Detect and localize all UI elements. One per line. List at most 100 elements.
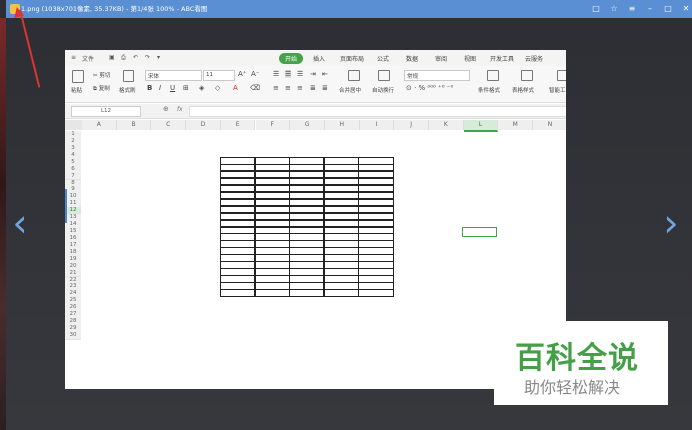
select-all-corner[interactable] <box>65 120 82 130</box>
cut-button[interactable]: ✂ 剪切 <box>93 71 110 79</box>
column-header[interactable]: N <box>533 120 566 130</box>
menu-icon[interactable]: ≡ <box>625 3 639 15</box>
underline-icon[interactable]: U <box>170 84 175 92</box>
table-cell[interactable] <box>323 289 359 297</box>
column-header[interactable]: G <box>290 120 325 130</box>
cut-label: 剪切 <box>99 73 111 79</box>
undo-icon[interactable]: ↶ <box>133 54 138 61</box>
column-header[interactable]: J <box>394 120 429 130</box>
column-header[interactable]: D <box>186 120 221 130</box>
border-icon[interactable]: ⊞ <box>183 84 189 92</box>
save-icon[interactable]: ▣ <box>109 54 115 61</box>
tab-page-layout[interactable]: 页面布局 <box>340 54 364 63</box>
column-header[interactable]: C <box>151 120 187 130</box>
column-header[interactable]: M <box>498 120 534 130</box>
font-color-icon[interactable]: A <box>233 84 238 92</box>
file-menu[interactable]: 文件 <box>82 54 94 63</box>
shrink-font-icon[interactable]: A⁻ <box>251 70 259 78</box>
tab-data[interactable]: 数据 <box>406 54 418 63</box>
conditional-format-label[interactable]: 条件格式 <box>478 86 500 94</box>
column-header[interactable]: A <box>82 120 117 130</box>
print-icon[interactable]: ⎙ <box>121 54 126 62</box>
favorite-icon[interactable]: ☆ <box>607 3 621 15</box>
paste-label[interactable]: 粘贴 <box>71 86 82 94</box>
justify-icon[interactable]: ≣ <box>310 84 316 92</box>
clear-icon[interactable]: ⌫ <box>250 84 260 92</box>
paste-icon[interactable] <box>72 70 84 83</box>
watermark-subtitle: 助你轻松解决 <box>524 378 621 397</box>
tab-review[interactable]: 审阅 <box>435 54 447 63</box>
column-header[interactable]: K <box>429 120 464 130</box>
align-middle-icon[interactable]: ☰ <box>285 70 292 78</box>
number-format-select[interactable]: 常规 <box>404 70 470 81</box>
name-box[interactable]: L12 <box>71 106 141 117</box>
desktop-edge <box>0 18 6 430</box>
table-style-label[interactable]: 表格样式 <box>512 86 534 94</box>
bold-icon[interactable]: B <box>147 84 152 92</box>
table-cell[interactable] <box>220 289 256 297</box>
quick-access-bar: ≡ 文件 ▣ ⎙ ↶ ↷ ▾ 开始 插入 页面布局 公式 数据 审阅 视图 开发… <box>65 50 566 66</box>
font-size-value: 11 <box>206 72 213 78</box>
number-format-value: 常规 <box>407 74 419 80</box>
maximize-button[interactable]: □ <box>661 3 675 15</box>
format-painter-label[interactable]: 格式刷 <box>119 86 136 94</box>
format-painter-icon[interactable] <box>123 70 134 82</box>
tab-developer[interactable]: 开发工具 <box>490 54 514 63</box>
italic-icon[interactable]: I <box>159 84 161 92</box>
tab-insert[interactable]: 插入 <box>313 54 325 63</box>
table-cell[interactable] <box>358 289 394 297</box>
column-header[interactable]: H <box>324 120 360 130</box>
row-header[interactable]: 30 <box>65 331 81 340</box>
bordered-table <box>220 157 394 297</box>
window-title: 1.png (1038x701像素, 35.37KB) - 第1/4张 100%… <box>21 5 208 13</box>
tab-home[interactable]: 开始 <box>279 53 304 64</box>
formula-input[interactable] <box>189 106 566 117</box>
align-bottom-icon[interactable]: ☰ <box>297 70 303 78</box>
font-name-value: 宋体 <box>148 74 160 80</box>
font-size-select[interactable]: 11 <box>203 70 235 81</box>
zoom-icon[interactable]: ⊕ <box>163 105 169 113</box>
table-cell[interactable] <box>254 289 290 297</box>
tab-view[interactable]: 视图 <box>464 54 476 63</box>
indent-icon[interactable]: ⇥ <box>310 70 316 78</box>
minimize-button[interactable]: – <box>643 3 657 15</box>
copy-button[interactable]: ⧉ 复制 <box>93 84 110 93</box>
next-image-button[interactable]: › <box>659 204 683 245</box>
column-header[interactable]: F <box>255 120 291 130</box>
menu-icon[interactable]: ≡ <box>71 54 76 61</box>
distribute-icon[interactable]: ≣ <box>322 84 328 92</box>
currency-icon[interactable]: ⊙ · % ⁰⁰⁰ ⁺⁰ ⁻⁰ <box>406 84 453 92</box>
fullscreen-icon[interactable]: □ <box>589 3 603 15</box>
auto-wrap-label[interactable]: 自动换行 <box>372 86 394 94</box>
selected-cell[interactable] <box>462 227 497 237</box>
tab-formulas[interactable]: 公式 <box>377 54 389 63</box>
tab-cloud[interactable]: 云服务 <box>525 54 543 63</box>
column-header[interactable]: E <box>220 120 256 130</box>
previous-image-button[interactable]: ‹ <box>8 204 32 245</box>
grow-font-icon[interactable]: A⁺ <box>238 70 246 78</box>
close-button[interactable]: ✕ <box>679 3 692 15</box>
merge-center-icon[interactable] <box>348 70 360 81</box>
redo-icon[interactable]: ↷ <box>145 54 150 61</box>
fill-color-icon[interactable]: ◈ <box>199 84 204 92</box>
column-header[interactable]: I <box>359 120 395 130</box>
align-right-icon[interactable]: ≡ <box>297 84 303 92</box>
cell-style-icon[interactable]: ◇ <box>215 84 220 92</box>
align-top-icon[interactable]: ☰ <box>273 70 279 78</box>
column-header[interactable]: L <box>463 120 499 132</box>
align-center-icon[interactable]: ≡ <box>285 84 291 92</box>
table-style-icon[interactable] <box>521 70 533 81</box>
conditional-format-icon[interactable] <box>487 70 499 81</box>
align-left-icon[interactable]: ≡ <box>273 84 279 92</box>
table-cell[interactable] <box>289 289 325 297</box>
smart-tool-label[interactable]: 智能工 <box>549 86 566 94</box>
auto-wrap-icon[interactable] <box>378 70 390 81</box>
more-icon[interactable]: ▾ <box>157 54 160 61</box>
spreadsheet-image: ≡ 文件 ▣ ⎙ ↶ ↷ ▾ 开始 插入 页面布局 公式 数据 审阅 视图 开发… <box>65 50 566 389</box>
outdent-icon[interactable]: ⇤ <box>322 70 328 78</box>
font-name-select[interactable]: 宋体 <box>145 70 202 81</box>
viewer-titlebar: 1.png (1038x701像素, 35.37KB) - 第1/4张 100%… <box>6 0 692 18</box>
merge-center-label[interactable]: 合并居中 <box>339 86 361 94</box>
smart-tool-icon[interactable] <box>557 70 566 81</box>
column-header[interactable]: B <box>116 120 152 130</box>
